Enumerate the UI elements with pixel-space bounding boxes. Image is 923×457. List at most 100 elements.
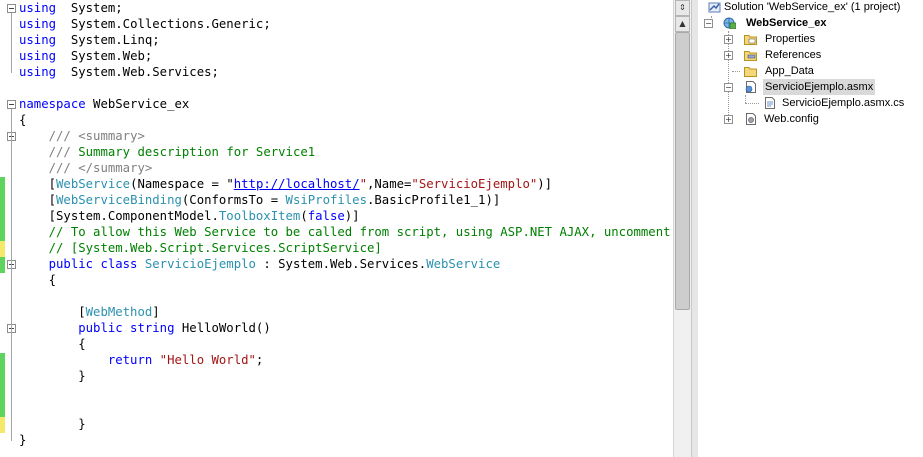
code-token: [	[19, 305, 86, 319]
code-token: System;	[56, 1, 123, 15]
code-line[interactable]: {	[0, 112, 672, 128]
code-token: http://localhost/	[233, 177, 360, 191]
code-token: false	[307, 209, 345, 223]
editor-vertical-scrollbar[interactable]: ⇕ ▲	[673, 0, 691, 457]
code-text: }	[19, 432, 26, 448]
code-text: {	[19, 272, 56, 288]
code-text: using System.Linq;	[19, 32, 160, 48]
code-line[interactable]: using System.Web.Services;	[0, 64, 672, 80]
code-text: public string HelloWorld()	[19, 320, 271, 336]
code-line[interactable]: /// Summary description for Service1	[0, 144, 672, 160]
code-line[interactable]: namespace WebService_ex	[0, 96, 672, 112]
code-line[interactable]: using System.Web;	[0, 48, 672, 64]
code-token: WebServiceBinding	[56, 193, 182, 207]
code-token: [	[19, 177, 57, 191]
code-token: ///	[48, 129, 71, 143]
code-line[interactable]	[0, 384, 672, 401]
code-line[interactable]: {	[0, 336, 672, 352]
code-text: [WebService(Namespace = "http://localhos…	[19, 176, 552, 192]
code-text: using System;	[19, 0, 123, 16]
code-text: public class ServicioEjemplo : System.We…	[19, 256, 501, 272]
code-text: // To allow this Web Service to be calle…	[19, 224, 672, 240]
saved-change-marker	[0, 385, 5, 401]
code-token: {	[19, 337, 86, 351]
code-token: {	[19, 113, 27, 127]
saved-change-marker	[0, 193, 5, 209]
code-line[interactable]: }	[0, 432, 672, 448]
code-line[interactable]: [WebService(Namespace = "http://localhos…	[0, 176, 672, 193]
code-token: System.Web;	[56, 49, 153, 63]
unsaved-change-marker	[0, 417, 5, 433]
code-line[interactable]: }	[0, 416, 672, 433]
code-line[interactable]: // [System.Web.Script.Services.ScriptSer…	[0, 240, 672, 257]
code-token: using	[19, 17, 57, 31]
code-token: using	[19, 65, 57, 79]
code-text: /// Summary description for Service1	[19, 144, 316, 160]
code-line[interactable]: using System.Linq;	[0, 32, 672, 48]
code-token: <summary>	[78, 129, 145, 143]
expand-icon[interactable]: +	[724, 115, 733, 124]
code-token: System.Linq;	[56, 33, 160, 47]
code-line[interactable]: {	[0, 272, 672, 288]
tree-item-label: App_Data	[765, 65, 814, 77]
folder-icon	[744, 67, 757, 77]
code-line[interactable]: [WebServiceBinding(ConformsTo = WsiProfi…	[0, 192, 672, 209]
code-token: (	[300, 209, 308, 223]
code-line[interactable]: using System;	[0, 0, 672, 16]
cs-file-icon	[765, 97, 775, 109]
collapse-icon[interactable]: −	[704, 19, 713, 28]
code-line[interactable]: public class ServicioEjemplo : System.We…	[0, 256, 672, 273]
code-token: WebMethod	[85, 305, 153, 319]
references-folder-icon	[744, 51, 757, 61]
code-token: {	[19, 273, 57, 287]
saved-change-marker	[0, 257, 5, 273]
code-text: using System.Web.Services;	[19, 64, 219, 80]
code-line[interactable]	[0, 400, 672, 417]
code-line[interactable]: }	[0, 368, 672, 385]
saved-change-marker	[0, 369, 5, 385]
code-line[interactable]: public string HelloWorld()	[0, 320, 672, 336]
code-editor[interactable]: using System; using System.Collections.Ge…	[0, 0, 672, 457]
code-line[interactable]: // To allow this Web Service to be calle…	[0, 224, 672, 241]
solution-label: Solution 'WebService_ex' (1 project)	[724, 1, 901, 13]
asmx-file-icon	[745, 81, 756, 93]
code-token: : System.Web.Services.	[255, 257, 427, 271]
code-token: ServicioEjemplo	[144, 257, 256, 271]
code-token: WebService	[56, 177, 131, 191]
solution-icon	[708, 2, 721, 13]
collapse-region-icon[interactable]	[7, 4, 16, 13]
expand-icon[interactable]: +	[724, 35, 733, 44]
code-token: System.Collections.Generic;	[56, 17, 271, 31]
tree-item-label: Properties	[765, 33, 816, 45]
scroll-split-button[interactable]: ⇕	[675, 0, 690, 16]
code-token: using	[19, 33, 57, 47]
code-token: ToolboxItem	[218, 209, 301, 223]
expand-icon[interactable]: +	[724, 51, 733, 60]
code-token: ;	[255, 353, 264, 367]
scroll-up-button[interactable]: ▲	[675, 16, 690, 32]
code-line[interactable]	[0, 80, 672, 96]
code-line[interactable]: /// <summary>	[0, 128, 672, 144]
tree-item-label: ServicioEjemplo.asmx	[763, 79, 876, 95]
code-line[interactable]: return "Hello World";	[0, 352, 672, 369]
code-line[interactable]: using System.Collections.Generic;	[0, 16, 672, 32]
code-text: using System.Collections.Generic;	[19, 16, 271, 32]
collapse-icon[interactable]: −	[724, 83, 733, 92]
code-text: [WebServiceBinding(ConformsTo = WsiProfi…	[19, 192, 501, 208]
saved-change-marker	[0, 225, 5, 241]
scrollbar-thumb[interactable]	[675, 32, 690, 310]
config-file-icon	[746, 113, 756, 125]
properties-folder-icon	[744, 35, 757, 45]
tree-item-label: ServicioEjemplo.asmx.cs	[782, 97, 905, 109]
panel-splitter[interactable]	[691, 0, 698, 457]
code-token: }	[19, 369, 86, 383]
code-line[interactable]: [System.ComponentModel.ToolboxItem(false…	[0, 208, 672, 225]
code-line[interactable]	[0, 288, 672, 304]
code-line[interactable]: /// </summary>	[0, 160, 672, 176]
saved-change-marker	[0, 353, 5, 369]
code-line[interactable]: [WebMethod]	[0, 304, 672, 320]
collapse-region-icon[interactable]	[7, 100, 16, 109]
